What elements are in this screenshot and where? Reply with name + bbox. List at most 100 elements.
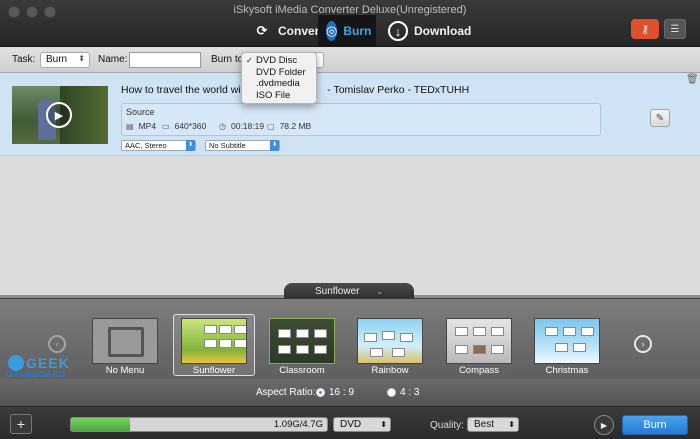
chevron-down-icon: ⌄ bbox=[376, 287, 383, 296]
menu-item-iso-file[interactable]: ISO File bbox=[242, 90, 316, 102]
disc-capacity-fill bbox=[71, 418, 130, 431]
quality-select[interactable]: Best ⬍ bbox=[467, 417, 519, 432]
tab-download-label: Download bbox=[414, 24, 472, 38]
format-info: ▤ MP4 bbox=[126, 121, 156, 131]
play-icon: ▶ bbox=[600, 420, 608, 430]
add-file-button[interactable]: + bbox=[10, 414, 32, 434]
size-value: 78.2 MB bbox=[279, 121, 312, 131]
tab-download[interactable]: ↓ Download bbox=[380, 15, 479, 47]
template-sunflower[interactable] bbox=[181, 318, 247, 364]
menu-item-dvd-folder[interactable]: DVD Folder bbox=[242, 67, 316, 79]
film-icon bbox=[108, 327, 144, 357]
owl-logo-icon bbox=[8, 355, 24, 371]
aspect-16-9-label: 16 : 9 bbox=[329, 387, 355, 398]
trash-icon[interactable]: 🗑 bbox=[686, 74, 699, 85]
template-label: Compass bbox=[458, 365, 500, 376]
template-rainbow[interactable] bbox=[357, 318, 423, 364]
chevron-updown-icon: ⬍ bbox=[380, 420, 387, 429]
template-christmas[interactable] bbox=[534, 318, 600, 364]
menu-item-label: .dvdmedia bbox=[256, 78, 300, 89]
aspect-ratio-row: Aspect Ratio: 16 : 9 4 : 3 bbox=[0, 379, 700, 406]
aspect-4-3-label: 4 : 3 bbox=[400, 387, 420, 398]
tab-burn-label: Burn bbox=[343, 24, 372, 38]
template-name-label: Sunflower bbox=[315, 286, 360, 297]
next-templates-button[interactable]: › bbox=[634, 335, 652, 353]
source-info: Source ▤ MP4 ▭ 640*360 ◷ 00:18:19 ▢ 78.2… bbox=[121, 103, 601, 136]
task-select-value: Burn bbox=[46, 54, 68, 65]
tab-burn[interactable]: ◎ Burn bbox=[318, 15, 376, 47]
file-icon: ▤ bbox=[126, 121, 134, 131]
bottom-bar: + 1.09G/4.7G DVD ⬍ Quality: Best ⬍ ▶ Bur… bbox=[0, 406, 700, 439]
task-scheduler-button[interactable]: ☰ bbox=[664, 19, 686, 39]
audio-track-select[interactable]: AAC, Stereo ⬍ bbox=[121, 140, 196, 151]
burn-button[interactable]: Burn bbox=[622, 415, 688, 435]
template-label: Rainbow bbox=[371, 365, 409, 376]
audio-track-value: AAC, Stereo bbox=[125, 141, 167, 150]
chevron-left-icon: ‹ bbox=[55, 339, 59, 349]
aspect-ratio-label: Aspect Ratio: bbox=[256, 387, 316, 398]
task-label: Task: bbox=[12, 54, 36, 65]
duration-value: 00:18:19 bbox=[230, 121, 265, 131]
subtitle-value: No Subtitle bbox=[209, 141, 246, 150]
format-value: MP4 bbox=[138, 121, 157, 131]
name-label: Name: bbox=[98, 54, 128, 65]
previous-templates-button[interactable]: ‹ bbox=[48, 335, 66, 353]
file-row[interactable]: ▶ How to travel the world with - Tomisla… bbox=[0, 73, 700, 156]
register-button[interactable]: ⚷ bbox=[631, 19, 659, 39]
resolution-info: ▭ 640*360 bbox=[162, 121, 206, 131]
quality-value: Best bbox=[474, 419, 495, 430]
disc-icon: ◎ bbox=[326, 21, 338, 41]
template-label: Christmas bbox=[545, 365, 589, 376]
template-no-menu[interactable] bbox=[92, 318, 158, 364]
monitor-icon: ▭ bbox=[162, 121, 170, 131]
template-label: Sunflower bbox=[192, 365, 236, 376]
title-bar: iSkysoft iMedia Converter Deluxe(Unregis… bbox=[0, 0, 700, 47]
disc-type-select[interactable]: DVD ⬍ bbox=[333, 417, 391, 432]
tab-convert-label: Convert bbox=[278, 24, 324, 38]
folder-icon: ▢ bbox=[267, 121, 275, 131]
menu-item-dvdmedia[interactable]: .dvdmedia bbox=[242, 78, 316, 90]
convert-icon: ⟳ bbox=[256, 23, 268, 38]
disc-type-value: DVD bbox=[340, 419, 362, 430]
source-label: Source bbox=[126, 107, 155, 117]
file-list: ▶ How to travel the world with - Tomisla… bbox=[0, 73, 700, 295]
duration-info: ◷ 00:18:19 bbox=[219, 121, 264, 131]
menu-item-dvd-disc[interactable]: ✓ DVD Disc bbox=[242, 55, 316, 67]
aspect-16-9-radio[interactable] bbox=[316, 388, 325, 397]
plus-icon: + bbox=[16, 416, 26, 432]
chevron-right-icon: › bbox=[641, 339, 645, 349]
play-icon[interactable]: ▶ bbox=[46, 102, 72, 128]
file-title-end: - Tomislav Perko - TEDxTUHH bbox=[327, 84, 470, 96]
disc-capacity-text: 1.09G/4.7G bbox=[273, 419, 323, 430]
watermark: GEEK DASHBOARD bbox=[6, 355, 70, 379]
edit-button[interactable]: ✎ bbox=[650, 109, 670, 127]
burn-toolbar: Task: Burn ⬍ Name: Burn to bbox=[0, 47, 700, 73]
disc-capacity-bar: 1.09G/4.7G bbox=[70, 417, 328, 432]
template-compass[interactable] bbox=[446, 318, 512, 364]
menu-item-label: DVD Disc bbox=[256, 55, 298, 66]
download-icon: ↓ bbox=[388, 21, 408, 41]
template-classroom[interactable] bbox=[269, 318, 335, 364]
aspect-4-3-radio[interactable] bbox=[387, 388, 396, 397]
chevron-updown-icon: ⬍ bbox=[186, 140, 195, 151]
resolution-value: 640*360 bbox=[174, 121, 207, 131]
template-label: Classroom bbox=[279, 365, 325, 376]
file-title-start: How to travel the world with bbox=[121, 84, 250, 96]
video-thumbnail[interactable]: ▶ bbox=[12, 86, 108, 144]
pencil-icon: ✎ bbox=[655, 112, 665, 124]
name-input[interactable] bbox=[129, 52, 201, 68]
menu-template-strip: ‹ No Menu Sunflower Classroom Rainbow Co… bbox=[0, 298, 700, 379]
clock-icon: ◷ bbox=[219, 121, 226, 131]
key-icon: ⚷ bbox=[640, 23, 650, 36]
quality-label: Quality: bbox=[430, 420, 464, 431]
menu-item-label: DVD Folder bbox=[256, 66, 306, 78]
menu-item-label: ISO File bbox=[256, 89, 291, 101]
chevron-updown-icon: ⬍ bbox=[508, 420, 515, 429]
list-icon: ☰ bbox=[670, 23, 680, 35]
checkmark-icon: ✓ bbox=[246, 56, 253, 65]
preview-play-button[interactable]: ▶ bbox=[594, 415, 614, 435]
task-select[interactable]: Burn ⬍ bbox=[40, 52, 90, 68]
chevron-updown-icon: ⬍ bbox=[270, 140, 279, 151]
subtitle-select[interactable]: No Subtitle ⬍ bbox=[205, 140, 280, 151]
burn-to-menu: ✓ DVD Disc DVD Folder .dvdmedia ISO File bbox=[241, 52, 317, 104]
